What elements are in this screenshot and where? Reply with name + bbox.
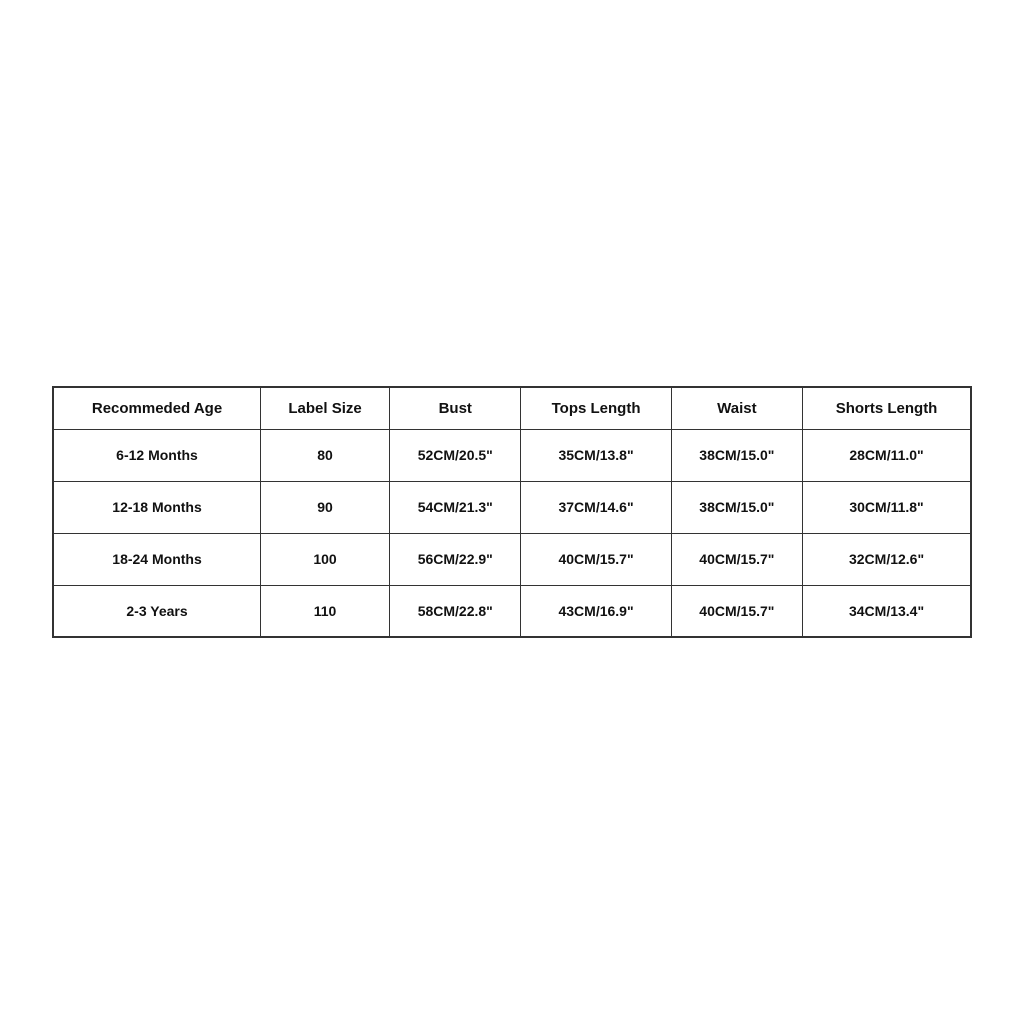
cell-bust: 56CM/22.9" [390, 533, 521, 585]
size-chart-wrapper: Recommeded Age Label Size Bust Tops Leng… [52, 386, 972, 639]
cell-waist: 38CM/15.0" [671, 481, 802, 533]
cell-age: 6-12 Months [53, 429, 261, 481]
cell-bust: 54CM/21.3" [390, 481, 521, 533]
col-header-label-size: Label Size [261, 387, 390, 430]
col-header-shorts-length: Shorts Length [803, 387, 971, 430]
cell-bust: 52CM/20.5" [390, 429, 521, 481]
cell-age: 2-3 Years [53, 585, 261, 637]
col-header-waist: Waist [671, 387, 802, 430]
cell-waist: 40CM/15.7" [671, 533, 802, 585]
table-row: 12-18 Months9054CM/21.3"37CM/14.6"38CM/1… [53, 481, 971, 533]
col-header-bust: Bust [390, 387, 521, 430]
size-chart-table: Recommeded Age Label Size Bust Tops Leng… [52, 386, 972, 639]
page-container: Recommeded Age Label Size Bust Tops Leng… [0, 0, 1024, 1024]
cell-waist: 40CM/15.7" [671, 585, 802, 637]
cell-age: 18-24 Months [53, 533, 261, 585]
cell-label-size: 110 [261, 585, 390, 637]
cell-tops-length: 43CM/16.9" [521, 585, 671, 637]
cell-label-size: 90 [261, 481, 390, 533]
col-header-age: Recommeded Age [53, 387, 261, 430]
cell-waist: 38CM/15.0" [671, 429, 802, 481]
cell-tops-length: 35CM/13.8" [521, 429, 671, 481]
cell-label-size: 80 [261, 429, 390, 481]
cell-shorts-length: 28CM/11.0" [803, 429, 971, 481]
cell-shorts-length: 34CM/13.4" [803, 585, 971, 637]
cell-label-size: 100 [261, 533, 390, 585]
table-header-row: Recommeded Age Label Size Bust Tops Leng… [53, 387, 971, 430]
table-row: 2-3 Years11058CM/22.8"43CM/16.9"40CM/15.… [53, 585, 971, 637]
cell-bust: 58CM/22.8" [390, 585, 521, 637]
cell-age: 12-18 Months [53, 481, 261, 533]
table-row: 6-12 Months8052CM/20.5"35CM/13.8"38CM/15… [53, 429, 971, 481]
cell-shorts-length: 32CM/12.6" [803, 533, 971, 585]
col-header-tops-length: Tops Length [521, 387, 671, 430]
cell-tops-length: 40CM/15.7" [521, 533, 671, 585]
cell-shorts-length: 30CM/11.8" [803, 481, 971, 533]
cell-tops-length: 37CM/14.6" [521, 481, 671, 533]
table-row: 18-24 Months10056CM/22.9"40CM/15.7"40CM/… [53, 533, 971, 585]
